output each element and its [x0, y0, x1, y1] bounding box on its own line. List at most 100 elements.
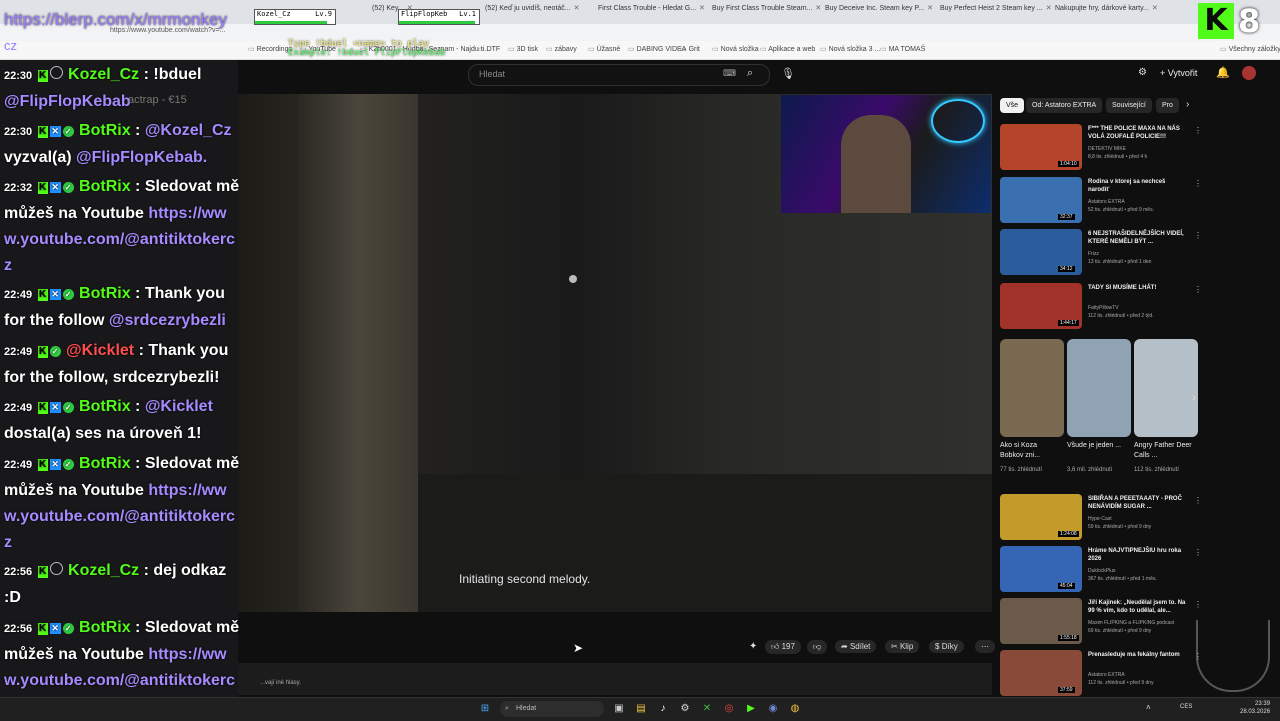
mention[interactable]: @srdcezrybezli: [109, 312, 226, 329]
clock[interactable]: 23:39 28.03.2026: [1240, 700, 1270, 716]
channel-name[interactable]: Maxim FLIPKING a FLIPKING podcast: [1088, 620, 1174, 626]
kick-app-icon[interactable]: ▶: [745, 703, 757, 715]
recommended-video[interactable]: 6 NEJSTRAŠIDELNĚJŠÍCH VIDEÍ, KTERÉ NEMĚL…: [1000, 229, 1202, 277]
cast-icon[interactable]: ⚙: [1138, 67, 1147, 78]
mention[interactable]: @FlipFlopKebab.: [76, 149, 207, 166]
channel-name[interactable]: DETEKTIV MIKE: [1088, 146, 1126, 152]
recommended-video[interactable]: TADY SI MUSÍME LHÁT! FattyPillowTV 112 tis…: [1000, 283, 1202, 331]
search-input[interactable]: Hledat ⌨ ⌕: [468, 64, 770, 86]
video-title[interactable]: Prenasleduje ma fekálny fantom: [1088, 651, 1188, 659]
close-icon[interactable]: ✕: [1046, 5, 1052, 12]
more-options-icon[interactable]: ⋮: [1194, 548, 1202, 557]
tiktok-icon[interactable]: ♪: [657, 703, 669, 715]
taskbar-search[interactable]: ⌕ Hledat: [500, 701, 604, 717]
channel-name[interactable]: Astatoro EXTRA: [1088, 199, 1125, 205]
chip-related[interactable]: Související: [1106, 98, 1152, 113]
close-icon[interactable]: ✕: [927, 5, 933, 12]
recommended-video[interactable]: Jiří Kajínek: „Neudělal jsem to. Na 99 %…: [1000, 598, 1202, 646]
xbox-icon[interactable]: ✕: [701, 703, 713, 715]
bookmark[interactable]: Nová složka: [712, 45, 759, 53]
short-thumbnail[interactable]: [1134, 339, 1198, 437]
more-options-icon[interactable]: ⋮: [1194, 285, 1202, 294]
username[interactable]: BotRix: [79, 178, 131, 195]
dislike-button[interactable]: 👎︎: [807, 640, 828, 654]
video-title[interactable]: SIBIŘAN A PEEETAAATY - PROČ NENÁVIDÍM SU…: [1088, 495, 1188, 511]
keyboard-icon[interactable]: ⌨: [723, 68, 736, 79]
windows-start-icon[interactable]: ⊞: [479, 703, 491, 715]
video-title[interactable]: 6 NEJSTRAŠIDELNĚJŠÍCH VIDEÍ, KTERÉ NEMĚL…: [1088, 230, 1188, 246]
chip-for-you[interactable]: Pro: [1156, 98, 1179, 113]
more-options-icon[interactable]: ⋮: [1194, 179, 1202, 188]
language-indicator[interactable]: CES: [1180, 704, 1192, 710]
chip-all[interactable]: Vše: [1000, 98, 1025, 113]
mention[interactable]: @Kozel_Cz: [145, 122, 232, 139]
bookmark[interactable]: 3D tisk: [508, 45, 538, 53]
channel-name[interactable]: Frizz: [1088, 251, 1099, 257]
more-options-icon[interactable]: ⋮: [1194, 600, 1202, 609]
close-icon[interactable]: ✕: [574, 5, 580, 12]
browser-tab[interactable]: Buy Perfect Heist 2 Steam key ... ✕: [940, 4, 1052, 20]
browser-tab[interactable]: Buy Deceive Inc. Steam key P... ✕: [825, 4, 935, 20]
chevron-right-icon[interactable]: ›: [1192, 390, 1196, 404]
chrome-icon[interactable]: ◎: [723, 703, 735, 715]
mention[interactable]: @FlipFlopKebab: [4, 93, 131, 110]
username[interactable]: BotRix: [79, 285, 131, 302]
channel-name[interactable]: Hype-Cast: [1088, 516, 1112, 522]
video-title[interactable]: Hráme NAJVTIPNEJŠIU hru roka 2026: [1088, 547, 1188, 563]
file-explorer-icon[interactable]: ▤: [635, 703, 647, 715]
video-title[interactable]: F*** THE POLICE MAXA NA NÁS VOLÁ ZOUFALÉ…: [1088, 125, 1188, 141]
browser-tab[interactable]: Buy First Class Trouble Steam... ✕: [712, 4, 822, 20]
bookmark[interactable]: DTF: [478, 45, 501, 53]
search-icon[interactable]: ⌕: [747, 67, 753, 80]
browser-tab[interactable]: First Class Trouble - Hledat G... ✕: [598, 4, 710, 20]
short-thumbnail[interactable]: [1000, 339, 1064, 437]
create-button[interactable]: + Vytvořit: [1160, 68, 1197, 78]
username[interactable]: Kozel_Cz: [68, 66, 139, 83]
close-icon[interactable]: ✕: [699, 5, 705, 12]
bookmark[interactable]: MA TOMAŠ: [880, 45, 926, 53]
discord-icon[interactable]: ◉: [767, 703, 779, 715]
close-icon[interactable]: ✕: [815, 5, 821, 12]
video-description[interactable]: ...vají iné hlasy.: [238, 663, 992, 695]
recommended-video[interactable]: Prenasleduje ma fekálny fantom Astatoro E…: [1000, 650, 1202, 698]
channel-name[interactable]: FattyPillowTV: [1088, 305, 1119, 311]
task-view-icon[interactable]: ▣: [613, 703, 625, 715]
short-title[interactable]: Ako si Koza Bobkov zni...: [1000, 441, 1058, 461]
chevron-up-icon[interactable]: ˄: [1146, 703, 1151, 712]
bookmark[interactable]: Úžasné: [588, 45, 621, 53]
short-title[interactable]: Všude je jeden ...: [1067, 441, 1125, 451]
username[interactable]: BotRix: [79, 398, 131, 415]
username[interactable]: BotRix: [79, 619, 131, 636]
chip-from-channel[interactable]: Od: Astatoro EXTRA: [1026, 98, 1103, 113]
recommended-video[interactable]: Rodina v ktorej sa nechceš narodiť Astato…: [1000, 177, 1202, 225]
thanks-button[interactable]: $ Díky: [929, 640, 964, 653]
username[interactable]: @Kicklet: [66, 342, 134, 359]
video-title[interactable]: Jiří Kajínek: „Neudělal jsem to. Na 99 %…: [1088, 599, 1188, 615]
microphone-icon[interactable]: 🎙: [781, 67, 795, 80]
clip-button[interactable]: ✂ Klip: [885, 640, 920, 653]
avatar[interactable]: [1242, 66, 1256, 80]
more-options-icon[interactable]: ⋮: [1194, 652, 1202, 661]
gem-icon[interactable]: ✦: [749, 641, 757, 652]
video-title[interactable]: TADY SI MUSÍME LHÁT!: [1088, 284, 1188, 292]
more-options-icon[interactable]: ⋮: [1194, 231, 1202, 240]
video-title[interactable]: Rodina v ktorej sa nechceš narodiť: [1088, 178, 1188, 194]
share-button[interactable]: ➦ Sdílet: [835, 640, 877, 653]
close-icon[interactable]: ✕: [1152, 5, 1158, 12]
recommended-video[interactable]: Hráme NAJVTIPNEJŠIU hru roka 2026 Duklock…: [1000, 546, 1202, 594]
bookmark[interactable]: Grit: [680, 45, 700, 53]
notifications-icon[interactable]: 🔔: [1216, 66, 1230, 79]
browser-icon[interactable]: ◍: [789, 703, 801, 715]
recommended-video[interactable]: SIBIŘAN A PEEETAAATY - PROČ NENÁVIDÍM SU…: [1000, 494, 1202, 542]
username[interactable]: BotRix: [79, 122, 131, 139]
more-button[interactable]: ⋯: [975, 640, 995, 653]
more-options-icon[interactable]: ⋮: [1194, 496, 1202, 505]
like-button[interactable]: 👍︎ 197: [765, 640, 801, 654]
chevron-right-icon[interactable]: ›: [1186, 99, 1189, 110]
short-thumbnail[interactable]: [1067, 339, 1131, 437]
bookmark[interactable]: zábavy: [546, 45, 577, 53]
bookmark[interactable]: Aplikace a web: [760, 45, 815, 53]
username[interactable]: BotRix: [79, 455, 131, 472]
bookmark[interactable]: Recordings: [248, 45, 292, 53]
browser-tab[interactable]: (52) Keď ju uvidíš, neotáč... ✕: [485, 4, 593, 20]
